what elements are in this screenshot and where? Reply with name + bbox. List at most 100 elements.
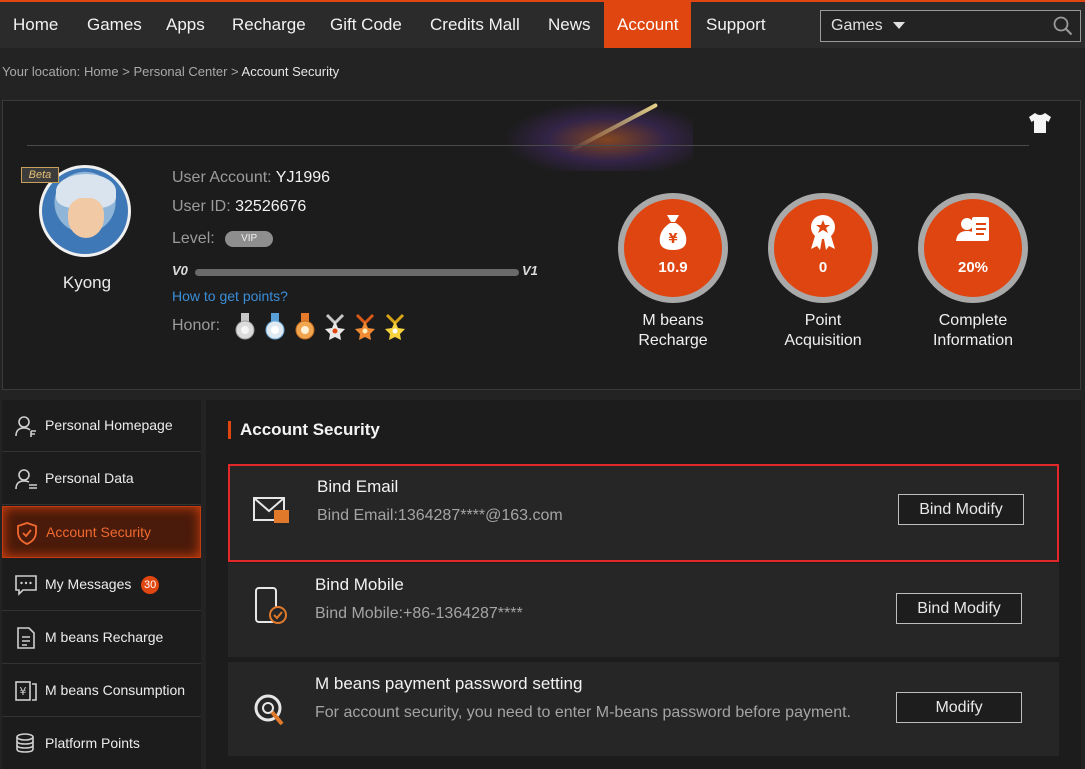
user-id-label: User ID: (172, 198, 231, 215)
document-icon (17, 627, 35, 649)
money-bag-icon: ¥ (659, 215, 687, 250)
sidebar-item-m-beans-recharge[interactable]: M beans Recharge (2, 612, 201, 664)
search-box[interactable]: Games (820, 10, 1081, 42)
chevron-down-icon[interactable] (893, 22, 905, 29)
sidebar: Personal Homepage Personal Data Account … (2, 400, 201, 769)
user-account-line: User Account: YJ1996 (172, 169, 330, 187)
divider (27, 145, 1029, 146)
bronze-medal-icon (295, 313, 315, 340)
level-line: Level: VIP (172, 230, 274, 248)
stat-inner: 20% (924, 199, 1022, 297)
search-category-select[interactable]: Games (831, 11, 883, 41)
profile-panel: Beta Kyong User Account: YJ1996 User ID:… (2, 100, 1081, 390)
bind-modify-mobile-button[interactable]: Bind Modify (896, 593, 1022, 624)
sidebar-item-personal-homepage[interactable]: Personal Homepage (2, 400, 201, 452)
breadcrumb-prefix: Your location: (2, 64, 81, 79)
row-title: Bind Email (317, 477, 399, 496)
nav-gift-code[interactable]: Gift Code (317, 2, 415, 48)
stat-m-beans-recharge[interactable]: ¥ 10.9 M beans Recharge (618, 193, 728, 351)
message-icon (15, 575, 37, 596)
user-data-icon (15, 469, 37, 490)
level-start: V0 (172, 263, 188, 278)
award-ribbon-icon (811, 215, 835, 250)
breadcrumb-separator: > (231, 64, 239, 79)
nav-games[interactable]: Games (74, 2, 155, 48)
stat-label-line: M beans (642, 312, 704, 329)
nav-recharge[interactable]: Recharge (219, 2, 319, 48)
sidebar-item-label: M beans Recharge (45, 629, 164, 645)
vip-badge: VIP (225, 230, 274, 247)
avatar-face (68, 198, 104, 238)
row-description: For account security, you need to enter … (315, 704, 851, 721)
how-to-get-points-link[interactable]: How to get points? (172, 288, 288, 304)
level-label: Level: (172, 230, 215, 247)
nav-credits-mall[interactable]: Credits Mall (417, 2, 533, 48)
row-description: Bind Email:1364287****@163.com (317, 507, 563, 524)
stat-label-line: Information (932, 332, 1014, 349)
level-end: V1 (522, 263, 538, 278)
honor-label: Honor: (172, 317, 221, 334)
nav-support[interactable]: Support (693, 2, 779, 48)
section-title: Account Security (228, 421, 380, 439)
mobile-phone-icon (255, 587, 287, 624)
stat-label: M beans Recharge (618, 311, 728, 351)
stat-value: 10.9 (658, 259, 688, 276)
stat-circle: ¥ 10.9 (618, 193, 728, 303)
svg-text:¥: ¥ (668, 232, 677, 247)
nav-news[interactable]: News (535, 2, 604, 48)
stat-label-line: Acquisition (784, 332, 862, 349)
sidebar-item-label: Platform Points (45, 735, 140, 751)
sidebar-item-label: My Messages (45, 576, 132, 592)
sidebar-item-account-security[interactable]: Account Security (2, 506, 201, 558)
stat-circle: 20% (918, 193, 1028, 303)
user-account-label: User Account: (172, 169, 272, 186)
sidebar-item-label: M beans Consumption (45, 682, 186, 698)
silver-medal-icon (235, 313, 255, 340)
sidebar-item-label: Account Security (46, 524, 152, 540)
level-progress-bar (195, 269, 519, 276)
stat-value: 0 (818, 259, 828, 276)
sidebar-item-label: Personal Homepage (45, 417, 173, 433)
stat-complete-information[interactable]: 20% Complete Information (918, 193, 1028, 351)
search-icon[interactable] (1053, 16, 1073, 36)
sidebar-item-m-beans-consumption[interactable]: ¥ M beans Consumption (2, 665, 201, 717)
sidebar-item-label: Personal Data (45, 470, 134, 486)
stat-label-line: Recharge (638, 332, 708, 349)
sidebar-item-platform-points[interactable]: Platform Points (2, 718, 201, 769)
payment-password-row: M beans payment password setting For acc… (228, 662, 1059, 756)
stat-point-acquisition[interactable]: 0 Point Acquisition (768, 193, 878, 351)
bind-email-row: Bind Email Bind Email:1364287****@163.co… (228, 464, 1059, 562)
top-nav: Home Games Apps Recharge Gift Code Credi… (0, 0, 1085, 48)
breadcrumb-home[interactable]: Home (84, 64, 119, 79)
stat-inner: 0 (774, 199, 872, 297)
user-card-icon (956, 217, 989, 241)
sidebar-item-my-messages[interactable]: My Messages 30 (2, 559, 201, 611)
modify-payment-password-button[interactable]: Modify (896, 692, 1022, 723)
nav-apps[interactable]: Apps (153, 2, 218, 48)
blue-medal-icon (265, 313, 285, 340)
shirt-icon[interactable] (1028, 112, 1052, 134)
stat-label-line: Complete (938, 312, 1008, 329)
nav-account[interactable]: Account (604, 2, 692, 48)
stat-circle: 0 (768, 193, 878, 303)
row-title: Bind Mobile (315, 575, 404, 594)
nav-home[interactable]: Home (0, 2, 71, 48)
stat-label-line: Point (804, 312, 842, 329)
breadcrumb-separator: > (122, 64, 130, 79)
orange-star-medal-icon (355, 313, 375, 340)
user-account-value: YJ1996 (275, 169, 331, 186)
bind-mobile-row: Bind Mobile Bind Mobile:+86-1364287**** … (228, 563, 1059, 657)
beta-badge: Beta (21, 167, 59, 183)
account-security-content: Account Security Bind Email Bind Email:1… (206, 400, 1081, 769)
user-id-value: 32526676 (235, 198, 307, 215)
stat-inner: ¥ 10.9 (624, 199, 722, 297)
payment-password-icon (254, 694, 284, 726)
yen-bill-icon: ¥ (15, 681, 37, 701)
breadcrumb: Your location: Home > Personal Center > … (2, 64, 339, 79)
user-nickname: Kyong (62, 273, 112, 292)
coin-stack-icon (16, 733, 34, 753)
bind-modify-email-button[interactable]: Bind Modify (898, 494, 1024, 525)
breadcrumb-personal-center[interactable]: Personal Center (133, 64, 227, 79)
white-star-medal-icon (325, 313, 345, 340)
sidebar-item-personal-data[interactable]: Personal Data (2, 453, 201, 505)
